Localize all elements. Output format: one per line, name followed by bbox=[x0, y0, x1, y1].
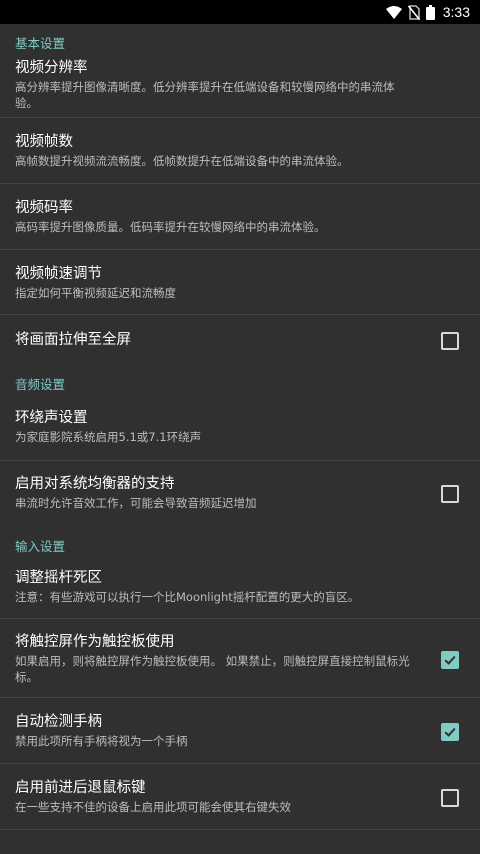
pref-summary: 如果启用，则将触控屏作为触控板使用。 如果禁止，则触控屏直接控制鼠标光标。 bbox=[15, 653, 410, 684]
mouse-buttons-checkbox[interactable] bbox=[441, 789, 459, 807]
pref-title: 环绕声设置 bbox=[15, 410, 88, 426]
pref-summary: 在一些支持不佳的设备上启用此项可能会使其右键失效 bbox=[15, 800, 291, 814]
pref-deadzone[interactable]: 调整摇杆死区 注意：有些游戏可以执行一个比Moonlight摇杆配置的更大的盲区… bbox=[0, 555, 480, 619]
pref-summary: 禁用此项所有手柄将视为一个手柄 bbox=[15, 734, 188, 748]
pref-audio-equalizer[interactable]: 启用对系统均衡器的支持 串流时允许音效工作，可能会导致音频延迟增加 bbox=[0, 461, 480, 525]
status-bar: 3:33 bbox=[0, 0, 480, 24]
pref-mouse-buttons[interactable]: 启用前进后退鼠标键 在一些支持不佳的设备上启用此项可能会使其右键失效 bbox=[0, 764, 480, 830]
pref-frame-pacing[interactable]: 视频帧速调节 指定如何平衡视频延迟和流畅度 bbox=[0, 250, 480, 315]
pref-title: 自动检测手柄 bbox=[15, 714, 102, 730]
section-header-input: 输入设置 bbox=[15, 539, 66, 554]
wifi-icon bbox=[385, 5, 402, 19]
pref-summary: 指定如何平衡视频延迟和流畅度 bbox=[15, 285, 176, 300]
pref-title: 视频帧速调节 bbox=[15, 265, 102, 282]
pref-surround-sound[interactable]: 环绕声设置 为家庭影院系统启用5.1或7.1环绕声 bbox=[0, 393, 480, 461]
pref-auto-detect-gamepad[interactable]: 自动检测手柄 禁用此项所有手柄将视为一个手柄 bbox=[0, 698, 480, 764]
pref-stretch-fullscreen[interactable]: 将画面拉伸至全屏 bbox=[0, 315, 480, 365]
pref-summary: 高码率提升图像质量。低码率提升在较慢网络中的串流体验。 bbox=[15, 220, 326, 234]
pref-title: 将触控屏作为触控板使用 bbox=[15, 633, 175, 650]
battery-icon bbox=[425, 4, 435, 20]
section-header-audio: 音频设置 bbox=[15, 377, 66, 392]
auto-detect-checkbox[interactable] bbox=[441, 723, 459, 741]
check-icon bbox=[444, 655, 456, 665]
settings-list[interactable]: 基本设置 视频分辨率 高分辨率提升图像清晰度。低分辨率提升在低端设备和较慢网络中… bbox=[0, 24, 480, 854]
pref-video-fps[interactable]: 视频帧数 高帧数提升视频流流畅度。低帧数提升在低端设备中的串流体验。 bbox=[0, 118, 480, 184]
pref-video-bitrate[interactable]: 视频码率 高码率提升图像质量。低码率提升在较慢网络中的串流体验。 bbox=[0, 184, 480, 250]
pref-title: 启用对系统均衡器的支持 bbox=[15, 476, 175, 492]
pref-title: 视频分辨率 bbox=[15, 60, 88, 76]
pref-summary: 为家庭影院系统启用5.1或7.1环绕声 bbox=[15, 430, 202, 444]
stretch-checkbox[interactable] bbox=[441, 332, 459, 350]
pref-title: 视频码率 bbox=[15, 200, 73, 216]
no-sim-icon bbox=[407, 4, 420, 20]
touchpad-checkbox[interactable] bbox=[441, 650, 459, 669]
pref-summary: 注意：有些游戏可以执行一个比Moonlight摇杆配置的更大的盲区。 bbox=[15, 590, 360, 604]
pref-title: 启用前进后退鼠标键 bbox=[15, 780, 146, 796]
status-time: 3:33 bbox=[442, 4, 470, 20]
check-icon bbox=[444, 727, 456, 737]
pref-title: 将画面拉伸至全屏 bbox=[15, 331, 131, 348]
equalizer-checkbox[interactable] bbox=[441, 485, 459, 503]
pref-title: 调整摇杆死区 bbox=[15, 570, 102, 586]
section-header-basic: 基本设置 bbox=[15, 36, 66, 51]
pref-summary: 高帧数提升视频流流畅度。低帧数提升在低端设备中的串流体验。 bbox=[15, 154, 349, 168]
pref-touchpad[interactable]: 将触控屏作为触控板使用 如果启用，则将触控屏作为触控板使用。 如果禁止，则触控屏… bbox=[0, 619, 480, 698]
pref-video-resolution[interactable]: 视频分辨率 高分辨率提升图像清晰度。低分辨率提升在低端设备和较慢网络中的串流体验… bbox=[0, 52, 480, 118]
pref-title: 视频帧数 bbox=[15, 134, 73, 150]
pref-summary: 串流时允许音效工作，可能会导致音频延迟增加 bbox=[15, 496, 257, 510]
pref-summary: 高分辨率提升图像清晰度。低分辨率提升在低端设备和较慢网络中的串流体验。 bbox=[15, 80, 395, 110]
